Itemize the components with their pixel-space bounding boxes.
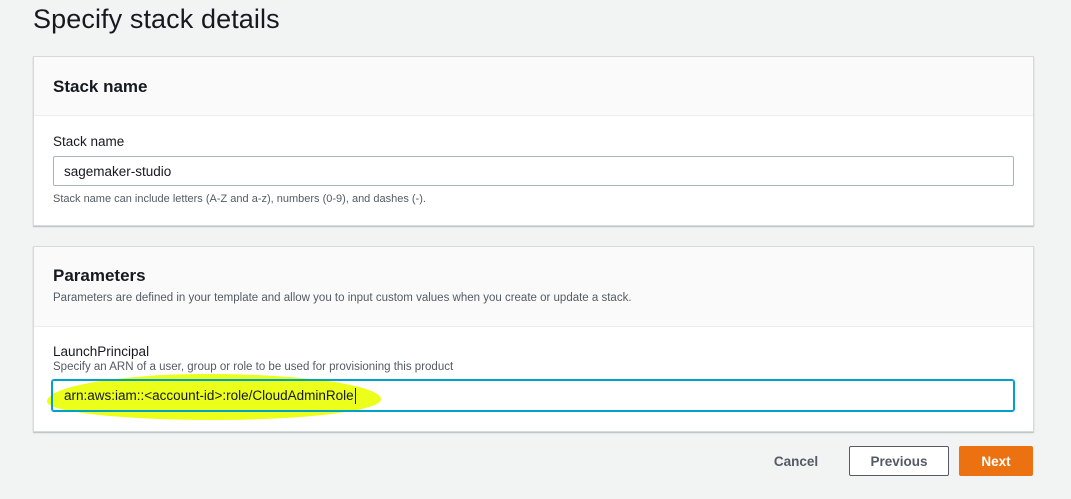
- stack-name-panel-title: Stack name: [53, 77, 148, 96]
- stack-name-label: Stack name: [53, 134, 125, 149]
- stack-name-panel-header: Stack name: [34, 57, 1033, 116]
- launch-principal-input[interactable]: arn:aws:iam::<account-id>:role/CloudAdmi…: [52, 380, 1014, 411]
- stack-name-panel-body: Stack name Stack name can include letter…: [34, 116, 1033, 205]
- parameters-panel-title: Parameters: [53, 266, 146, 285]
- parameters-panel-description: Parameters are defined in your template …: [53, 292, 632, 304]
- page: Specify stack details Stack name Stack n…: [0, 0, 1071, 499]
- stack-name-constraint: Stack name can include letters (A-Z and …: [53, 193, 426, 205]
- cancel-button[interactable]: Cancel: [760, 446, 832, 476]
- previous-button[interactable]: Previous: [849, 446, 949, 476]
- launch-principal-description: Specify an ARN of a user, group or role …: [53, 361, 454, 373]
- stack-name-input[interactable]: [53, 156, 1014, 186]
- page-title: Specify stack details: [33, 4, 280, 34]
- launch-principal-label: LaunchPrincipal: [53, 344, 150, 359]
- parameters-panel-body: LaunchPrincipal Specify an ARN of a user…: [34, 327, 1033, 373]
- next-button[interactable]: Next: [959, 446, 1033, 476]
- launch-principal-input-value: arn:aws:iam::<account-id>:role/CloudAdmi…: [64, 388, 354, 403]
- stack-name-panel: Stack name Stack name Stack name can inc…: [33, 56, 1034, 226]
- text-caret: [354, 387, 356, 404]
- parameters-panel-header: Parameters Parameters are defined in you…: [34, 247, 1033, 327]
